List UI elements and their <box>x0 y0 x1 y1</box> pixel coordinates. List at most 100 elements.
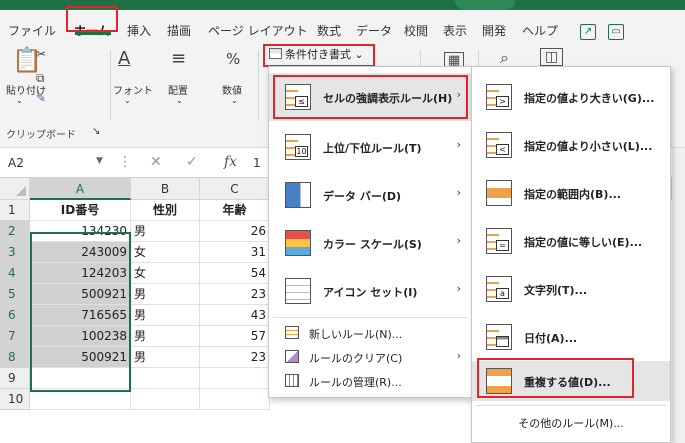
menu-item-greater-than[interactable]: > 指定の値より大きい(G)... <box>472 75 670 119</box>
cell-b4[interactable]: 女 <box>131 263 200 284</box>
font-icon[interactable]: A <box>118 50 130 68</box>
row-header-2[interactable]: 2 <box>0 221 30 242</box>
cell-b2[interactable]: 男 <box>131 221 200 242</box>
submenu-arrow-icon: › <box>456 186 461 199</box>
cell-b9[interactable] <box>131 368 200 389</box>
name-box-dropdown-icon[interactable]: ▼ <box>96 156 103 166</box>
cell-b10[interactable] <box>131 389 200 410</box>
new-rule-icon <box>285 326 299 339</box>
tab-developer[interactable]: 開発 <box>482 22 506 39</box>
analyze-data-icon[interactable]: ◫ <box>540 48 564 66</box>
comment-icon[interactable]: ▭ <box>608 24 624 40</box>
tab-review[interactable]: 校閲 <box>404 22 428 39</box>
row-header-8[interactable]: 8 <box>0 347 30 368</box>
cell-c6[interactable]: 43 <box>200 305 270 326</box>
column-header-a[interactable]: A <box>30 178 131 200</box>
alignment-group-button[interactable]: 配置 <box>168 82 188 97</box>
tab-home-highlight <box>66 6 118 32</box>
cell-c8[interactable]: 23 <box>200 347 270 368</box>
menu-item-top-bottom-rules[interactable]: 10 上位/下位ルール(T) › <box>269 125 471 169</box>
number-group-button[interactable]: 数値 <box>222 82 242 97</box>
data-bars-label: データ バー(D) <box>323 190 402 203</box>
window-edge <box>672 148 685 443</box>
separator-dots: ⋮ <box>118 154 132 170</box>
paste-label[interactable]: 貼り付け <box>6 82 46 97</box>
title-bar-bump <box>455 0 515 10</box>
tab-insert[interactable]: 挿入 <box>127 22 151 39</box>
name-box[interactable]: A2 <box>8 156 24 170</box>
share-icon[interactable]: ↗ <box>580 24 596 40</box>
row-header-9[interactable]: 9 <box>0 368 30 389</box>
tab-data[interactable]: データ <box>356 22 392 39</box>
between-label: 指定の範囲内(B)... <box>524 188 621 201</box>
cell-b6[interactable]: 男 <box>131 305 200 326</box>
font-group-button[interactable]: フォント <box>113 82 153 97</box>
row-header-4[interactable]: 4 <box>0 263 30 284</box>
tab-formulas[interactable]: 数式 <box>317 22 341 39</box>
conditional-formatting-menu: ≤ セルの強調表示ルール(H) › 10 上位/下位ルール(T) › データ バ… <box>268 66 472 398</box>
cell-c7[interactable]: 57 <box>200 326 270 347</box>
tab-draw[interactable]: 描画 <box>167 22 191 39</box>
cell-c10[interactable] <box>200 389 270 410</box>
menu-item-date-occurring[interactable]: 日付(A)... <box>472 315 670 359</box>
tab-help[interactable]: ヘルプ <box>522 22 558 39</box>
cell-b7[interactable]: 男 <box>131 326 200 347</box>
menu-item-between[interactable]: 指定の範囲内(B)... <box>472 171 670 215</box>
row-header-10[interactable]: 10 <box>0 389 30 410</box>
cell-c5[interactable]: 23 <box>200 284 270 305</box>
select-all-corner[interactable] <box>0 178 30 200</box>
highlight-rules-callout <box>273 75 468 119</box>
tab-view[interactable]: 表示 <box>443 22 467 39</box>
insert-function-icon[interactable]: fx <box>224 154 237 170</box>
cell-a10[interactable] <box>30 389 131 410</box>
cell-a1[interactable]: ID番号 <box>30 200 131 221</box>
row-header-3[interactable]: 3 <box>0 242 30 263</box>
cancel-icon[interactable]: ✕ <box>150 154 162 170</box>
align-icon[interactable]: ≡ <box>171 50 186 68</box>
ribbon-separator <box>110 50 111 120</box>
column-header-b[interactable]: B <box>131 178 200 200</box>
cell-c2[interactable]: 26 <box>200 221 270 242</box>
menu-item-manage-rules[interactable]: ルールの管理(R)... <box>269 369 471 393</box>
cell-c4[interactable]: 54 <box>200 263 270 284</box>
cell-b8[interactable]: 男 <box>131 347 200 368</box>
menu-item-more-rules[interactable]: その他のルール(M)... <box>472 411 670 437</box>
selection-range-a2-a8 <box>30 232 131 392</box>
menu-item-color-scales[interactable]: カラー スケール(S) › <box>269 221 471 265</box>
find-icon[interactable]: ⌕ <box>500 50 509 66</box>
menu-item-equal-to[interactable]: = 指定の値に等しい(E)... <box>472 219 670 263</box>
greater-than-label: 指定の値より大きい(G)... <box>524 92 655 105</box>
row-header-1[interactable]: 1 <box>0 200 30 221</box>
cell-b3[interactable]: 女 <box>131 242 200 263</box>
menu-item-clear-rules[interactable]: ルールのクリア(C) › <box>269 345 471 369</box>
menu-item-text-contains[interactable]: a 文字列(T)... <box>472 267 670 311</box>
cell-c9[interactable] <box>200 368 270 389</box>
menu-item-icon-sets[interactable]: アイコン セット(I) › <box>269 269 471 313</box>
formula-input[interactable]: 1 <box>253 156 261 170</box>
menu-item-data-bars[interactable]: データ バー(D) › <box>269 173 471 217</box>
percent-icon[interactable]: % <box>226 52 240 67</box>
menu-separator <box>476 405 666 406</box>
menu-item-new-rule[interactable]: 新しいルール(N)... <box>269 321 471 345</box>
paste-dropdown-icon[interactable]: ⌄ <box>16 96 23 105</box>
enter-icon[interactable]: ✓ <box>186 154 198 170</box>
row-header-5[interactable]: 5 <box>0 284 30 305</box>
column-header-c[interactable]: C <box>200 178 270 200</box>
cell-c3[interactable]: 31 <box>200 242 270 263</box>
cell-b1[interactable]: 性別 <box>131 200 200 221</box>
row-header-6[interactable]: 6 <box>0 305 30 326</box>
date-occurring-label: 日付(A)... <box>524 332 578 345</box>
color-scales-label: カラー スケール(S) <box>323 238 422 251</box>
less-than-icon: < <box>486 132 512 158</box>
tab-file[interactable]: ファイル <box>8 22 56 39</box>
cell-b5[interactable]: 男 <box>131 284 200 305</box>
row-header-7[interactable]: 7 <box>0 326 30 347</box>
conditional-formatting-button[interactable]: 条件付き書式 ⌄ <box>263 44 375 67</box>
cell-c1[interactable]: 年齢 <box>200 200 270 221</box>
menu-item-less-than[interactable]: < 指定の値より小さい(L)... <box>472 123 670 167</box>
cut-icon[interactable]: ✂ <box>36 48 46 60</box>
duplicate-values-callout <box>477 358 634 398</box>
clipboard-launcher-icon[interactable]: ↘ <box>92 126 100 137</box>
tab-page-layout[interactable]: ページ レイアウト <box>208 22 308 39</box>
text-contains-icon: a <box>486 276 512 302</box>
